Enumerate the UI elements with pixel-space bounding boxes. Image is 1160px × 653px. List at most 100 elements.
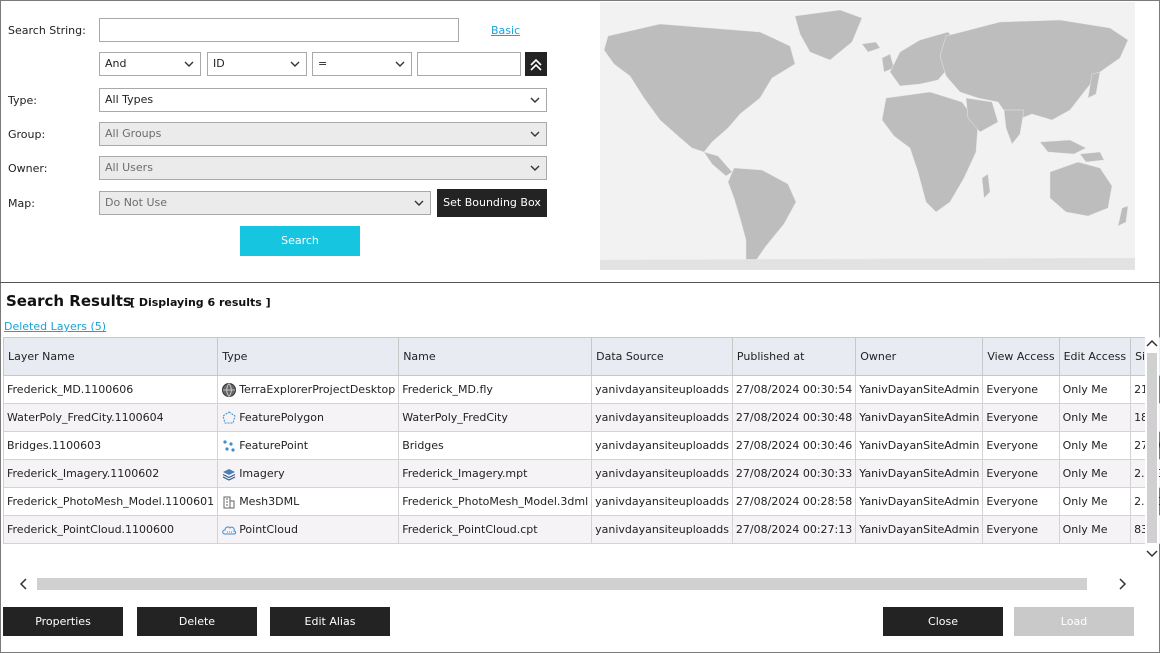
- cell-layer: Frederick_MD.1100606: [2, 375, 219, 404]
- chevron-down-icon: [414, 200, 424, 206]
- cell-view: Everyone: [982, 515, 1060, 544]
- section-divider: [0, 282, 1160, 283]
- results-count: [ Displaying 6 results ]: [130, 296, 271, 309]
- search-string-input[interactable]: [99, 18, 459, 42]
- owner-label: Owner:: [8, 162, 48, 175]
- type-label: PointCloud: [239, 522, 298, 536]
- search-results-title: Search Results: [6, 292, 132, 310]
- column-header-data-source[interactable]: Data Source: [591, 337, 733, 376]
- column-header-layer-name[interactable]: Layer Name: [2, 337, 219, 376]
- close-button[interactable]: Close: [883, 607, 1003, 636]
- cell-edit: Only Me: [1058, 515, 1132, 544]
- results-table: Layer Name Type Name Data Source Published a…: [2, 337, 1160, 544]
- type-select[interactable]: All Types: [99, 88, 547, 112]
- map-select[interactable]: Do Not Use: [99, 191, 431, 215]
- vertical-scrollbar[interactable]: [1145, 337, 1159, 562]
- field-select[interactable]: ID: [207, 52, 307, 76]
- table-row[interactable]: Frederick_MD.1100606 TerraExplorerProject…: [2, 375, 1160, 404]
- cell-edit: Only Me: [1058, 403, 1132, 432]
- type-label: Mesh3DML: [239, 494, 300, 508]
- cell-name: Frederick_Imagery.mpt: [398, 459, 593, 488]
- cell-edit: Only Me: [1058, 375, 1132, 404]
- cell-edit: Only Me: [1058, 487, 1132, 516]
- group-select[interactable]: All Groups: [99, 122, 547, 146]
- column-header-view-access[interactable]: View Access: [982, 337, 1060, 376]
- chevron-down-icon: [184, 61, 194, 67]
- column-header-owner[interactable]: Owner: [855, 337, 984, 376]
- cell-type: FeaturePolygon: [217, 403, 400, 432]
- horizontal-scrollbar[interactable]: [3, 576, 1143, 592]
- type-label: Imagery: [239, 466, 285, 480]
- cloud-icon: [221, 522, 237, 538]
- cell-edit: Only Me: [1058, 459, 1132, 488]
- group-value: All Groups: [105, 127, 162, 140]
- set-bounding-box-button[interactable]: Set Bounding Box: [437, 189, 547, 217]
- polygon-icon: [221, 410, 237, 426]
- points-icon: [221, 438, 237, 454]
- cell-published: 27/08/2024 00:30:33: [731, 459, 857, 488]
- table-row[interactable]: Frederick_PhotoMesh_Model.1100601 Mesh3DM…: [2, 487, 1160, 516]
- cell-view: Everyone: [982, 459, 1060, 488]
- column-header-type[interactable]: Type: [217, 337, 400, 376]
- search-button[interactable]: Search: [240, 226, 360, 256]
- table-row[interactable]: Bridges.1100603 FeaturePoint Bridges yanivd…: [2, 431, 1160, 460]
- cell-owner: YanivDayanSiteAdmin: [855, 403, 984, 432]
- cell-view: Everyone: [982, 375, 1060, 404]
- building-icon: [221, 494, 237, 510]
- type-label: FeaturePoint: [239, 438, 309, 452]
- owner-value: All Users: [105, 161, 153, 174]
- chevron-down-icon: [290, 61, 300, 67]
- operator-value: And: [105, 57, 127, 70]
- cell-name: Frederick_MD.fly: [398, 375, 593, 404]
- world-map-graphic: [599, 9, 1136, 271]
- column-header-edit-access[interactable]: Edit Access: [1058, 337, 1132, 376]
- table-row[interactable]: Frederick_Imagery.1100602 Imagery Frederic…: [2, 459, 1160, 488]
- basic-link[interactable]: Basic: [491, 24, 520, 37]
- chevron-left-icon: [19, 578, 27, 590]
- cell-layer: Bridges.1100603: [2, 431, 219, 460]
- cell-source: yanivdayansiteuploadds: [591, 515, 733, 544]
- cell-source: yanivdayansiteuploadds: [591, 431, 733, 460]
- load-button[interactable]: Load: [1014, 607, 1134, 636]
- column-header-published-at[interactable]: Published at: [731, 337, 857, 376]
- chevron-down-icon: [1146, 550, 1158, 558]
- delete-button[interactable]: Delete: [137, 607, 257, 636]
- cell-source: yanivdayansiteuploadds: [591, 375, 733, 404]
- cell-published: 27/08/2024 00:27:13: [731, 515, 857, 544]
- cell-layer: Frederick_Imagery.1100602: [2, 459, 219, 488]
- comparison-select[interactable]: =: [312, 52, 412, 76]
- map-label: Map:: [8, 197, 35, 210]
- cell-name: WaterPoly_FredCity: [398, 403, 593, 432]
- type-label: FeaturePolygon: [239, 410, 324, 424]
- table-header-row: Layer Name Type Name Data Source Published a…: [2, 337, 1160, 376]
- cell-name: Bridges: [398, 431, 593, 460]
- collapse-button[interactable]: [525, 52, 547, 76]
- type-label: Type:: [8, 94, 37, 107]
- cell-layer: WaterPoly_FredCity.1100604: [2, 403, 219, 432]
- search-string-label: Search String:: [8, 24, 86, 37]
- table-row[interactable]: Frederick_PointCloud.1100600 PointCloud Fr…: [2, 515, 1160, 544]
- cell-edit: Only Me: [1058, 431, 1132, 460]
- type-value: All Types: [105, 93, 154, 106]
- world-map[interactable]: [599, 2, 1136, 271]
- map-value: Do Not Use: [105, 196, 168, 209]
- criteria-value-input[interactable]: [417, 52, 521, 76]
- cell-owner: YanivDayanSiteAdmin: [855, 459, 984, 488]
- operator-select[interactable]: And: [99, 52, 201, 76]
- edit-alias-button[interactable]: Edit Alias: [270, 607, 390, 636]
- layers-icon: [221, 466, 237, 482]
- horizontal-scroll-thumb[interactable]: [37, 578, 1087, 590]
- properties-button[interactable]: Properties: [3, 607, 123, 636]
- cell-view: Everyone: [982, 487, 1060, 516]
- owner-select[interactable]: All Users: [99, 156, 547, 180]
- cell-published: 27/08/2024 00:28:58: [731, 487, 857, 516]
- deleted-layers-link[interactable]: Deleted Layers (5): [4, 320, 106, 333]
- table-row[interactable]: WaterPoly_FredCity.1100604 FeaturePolygon…: [2, 403, 1160, 432]
- cell-type: Mesh3DML: [217, 487, 400, 516]
- chevron-up-icon: [1146, 339, 1158, 347]
- chevron-right-icon: [1119, 578, 1127, 590]
- cell-published: 27/08/2024 00:30:48: [731, 403, 857, 432]
- cell-type: PointCloud: [217, 515, 400, 544]
- column-header-name[interactable]: Name: [398, 337, 593, 376]
- vertical-scroll-thumb[interactable]: [1147, 353, 1157, 543]
